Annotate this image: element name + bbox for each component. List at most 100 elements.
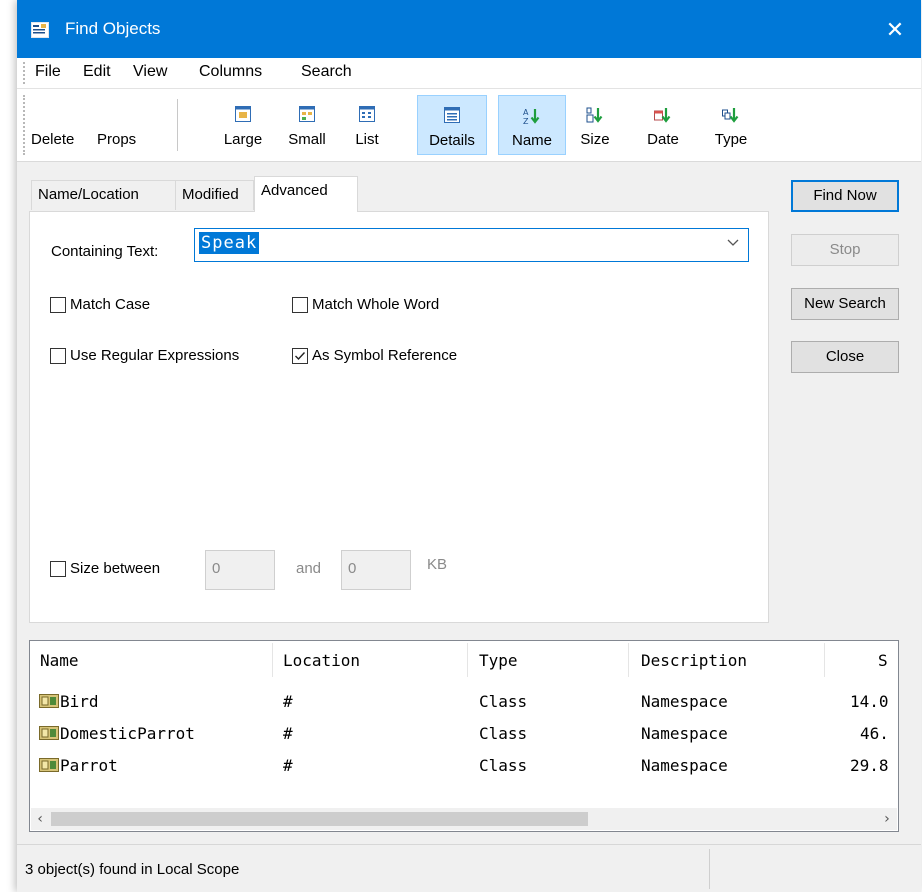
sort-date-icon — [654, 108, 671, 123]
props-button[interactable]: Props — [97, 131, 136, 148]
class-icon — [39, 758, 59, 772]
sort-name-button[interactable]: A Z Name — [498, 95, 566, 155]
view-large-button[interactable]: Large — [217, 95, 269, 155]
as-symbol-reference-label: As Symbol Reference — [312, 347, 458, 364]
view-details-label: Details — [429, 132, 475, 149]
size-between-checkbox[interactable]: Size between — [50, 560, 160, 577]
match-whole-word-checkbox[interactable]: Match Whole Word — [292, 296, 439, 313]
column-divider[interactable] — [628, 643, 629, 677]
results-list[interactable]: Name Location Type Description S Bird # … — [29, 640, 899, 832]
containing-text-label: Containing Text: — [51, 243, 159, 260]
result-name: Parrot — [60, 756, 118, 775]
column-header-location[interactable]: Location — [283, 651, 360, 670]
stop-button[interactable]: Stop — [791, 234, 899, 266]
containing-text-combobox[interactable]: Speak — [194, 228, 749, 262]
scroll-right-icon[interactable]: › — [883, 811, 891, 827]
match-case-box[interactable] — [50, 296, 66, 313]
details-icon — [444, 107, 460, 123]
result-size: 46. — [860, 724, 889, 743]
size-and-label: and — [296, 560, 322, 577]
menu-search[interactable]: Search — [301, 63, 352, 81]
toolbar-grip[interactable] — [23, 95, 25, 155]
horizontal-scrollbar[interactable]: ‹ › — [31, 808, 897, 830]
size-min-field[interactable]: 0 — [205, 550, 275, 590]
menu-view[interactable]: View — [133, 63, 167, 81]
scroll-left-icon[interactable]: ‹ — [36, 811, 44, 827]
result-size: 14.0 — [850, 692, 889, 711]
result-location: # — [283, 756, 293, 775]
result-description: Namespace — [641, 756, 728, 775]
sort-date-button[interactable]: Date — [637, 95, 689, 155]
result-location: # — [283, 724, 293, 743]
tab-modified[interactable]: Modified — [175, 180, 254, 210]
column-divider[interactable] — [272, 643, 273, 677]
view-small-button[interactable]: Small — [279, 95, 335, 155]
sort-size-button[interactable]: Size — [573, 95, 617, 155]
column-divider[interactable] — [467, 643, 468, 677]
close-button[interactable]: Close — [791, 341, 899, 373]
result-row[interactable]: Bird # Class Namespace 14.0 — [30, 688, 898, 718]
scroll-thumb[interactable] — [51, 812, 588, 826]
sort-size-label: Size — [580, 131, 610, 148]
delete-button[interactable]: Delete — [31, 131, 74, 148]
large-icons-icon — [235, 106, 251, 122]
column-header-name[interactable]: Name — [40, 651, 79, 670]
column-divider[interactable] — [824, 643, 825, 677]
match-case-label: Match Case — [70, 296, 151, 313]
match-whole-word-label: Match Whole Word — [312, 296, 440, 313]
size-between-box[interactable] — [50, 560, 66, 577]
class-icon — [39, 694, 59, 708]
use-regex-label: Use Regular Expressions — [70, 347, 240, 364]
chevron-down-icon[interactable] — [726, 235, 740, 249]
size-between-label: Size between — [70, 560, 161, 577]
tab-name-location[interactable]: Name/Location — [31, 180, 176, 210]
result-type: Class — [479, 692, 528, 711]
sort-name-icon: A Z — [523, 108, 540, 125]
title-bar[interactable]: Find Objects ✕ — [17, 0, 921, 58]
view-details-button[interactable]: Details — [417, 95, 487, 155]
small-icons-icon — [299, 106, 315, 122]
window-title: Find Objects — [65, 19, 161, 38]
close-icon: ✕ — [885, 17, 905, 42]
menu-grip[interactable] — [23, 62, 25, 84]
menu-file[interactable]: File — [35, 63, 61, 81]
column-header-type[interactable]: Type — [479, 651, 518, 670]
column-header-size[interactable]: S — [878, 651, 888, 670]
result-row[interactable]: Parrot # Class Namespace 29.8 — [30, 752, 898, 782]
status-text: 3 object(s) found in Local Scope — [25, 861, 240, 878]
new-search-button[interactable]: New Search — [791, 288, 899, 320]
find-objects-window: Find Objects ✕ File Edit View Columns Se… — [17, 0, 921, 892]
toolbar-separator — [177, 99, 178, 151]
tab-advanced[interactable]: Advanced — [254, 176, 358, 212]
as-symbol-reference-box[interactable] — [292, 347, 308, 364]
result-row[interactable]: DomesticParrot # Class Namespace 46. — [30, 720, 898, 750]
status-divider — [709, 849, 710, 889]
use-regex-checkbox[interactable]: Use Regular Expressions — [50, 347, 239, 364]
result-type: Class — [479, 724, 528, 743]
sort-name-label: Name — [511, 132, 552, 149]
sort-type-label: Type — [714, 131, 748, 148]
result-description: Namespace — [641, 692, 728, 711]
containing-text-value[interactable]: Speak — [199, 232, 260, 254]
menu-columns[interactable]: Columns — [199, 63, 262, 81]
sort-type-button[interactable]: Type — [706, 95, 756, 155]
result-type: Class — [479, 756, 528, 775]
as-symbol-reference-checkbox[interactable]: As Symbol Reference — [292, 347, 457, 364]
find-now-button[interactable]: Find Now — [791, 180, 899, 212]
view-small-label: Small — [288, 131, 326, 148]
sort-type-icon — [722, 108, 739, 123]
menu-bar: File Edit View Columns Search — [17, 58, 921, 89]
size-max-field[interactable]: 0 — [341, 550, 411, 590]
svg-text:Z: Z — [523, 117, 529, 125]
view-large-label: Large — [223, 131, 263, 148]
result-location: # — [283, 692, 293, 711]
close-window-button[interactable]: ✕ — [875, 10, 915, 50]
use-regex-box[interactable] — [50, 347, 66, 364]
view-list-button[interactable]: List — [345, 95, 389, 155]
column-header-description[interactable]: Description — [641, 651, 747, 670]
result-size: 29.8 — [850, 756, 889, 775]
match-case-checkbox[interactable]: Match Case — [50, 296, 150, 313]
match-whole-word-box[interactable] — [292, 296, 308, 313]
menu-edit[interactable]: Edit — [83, 63, 111, 81]
size-unit-label: KB — [427, 556, 448, 573]
